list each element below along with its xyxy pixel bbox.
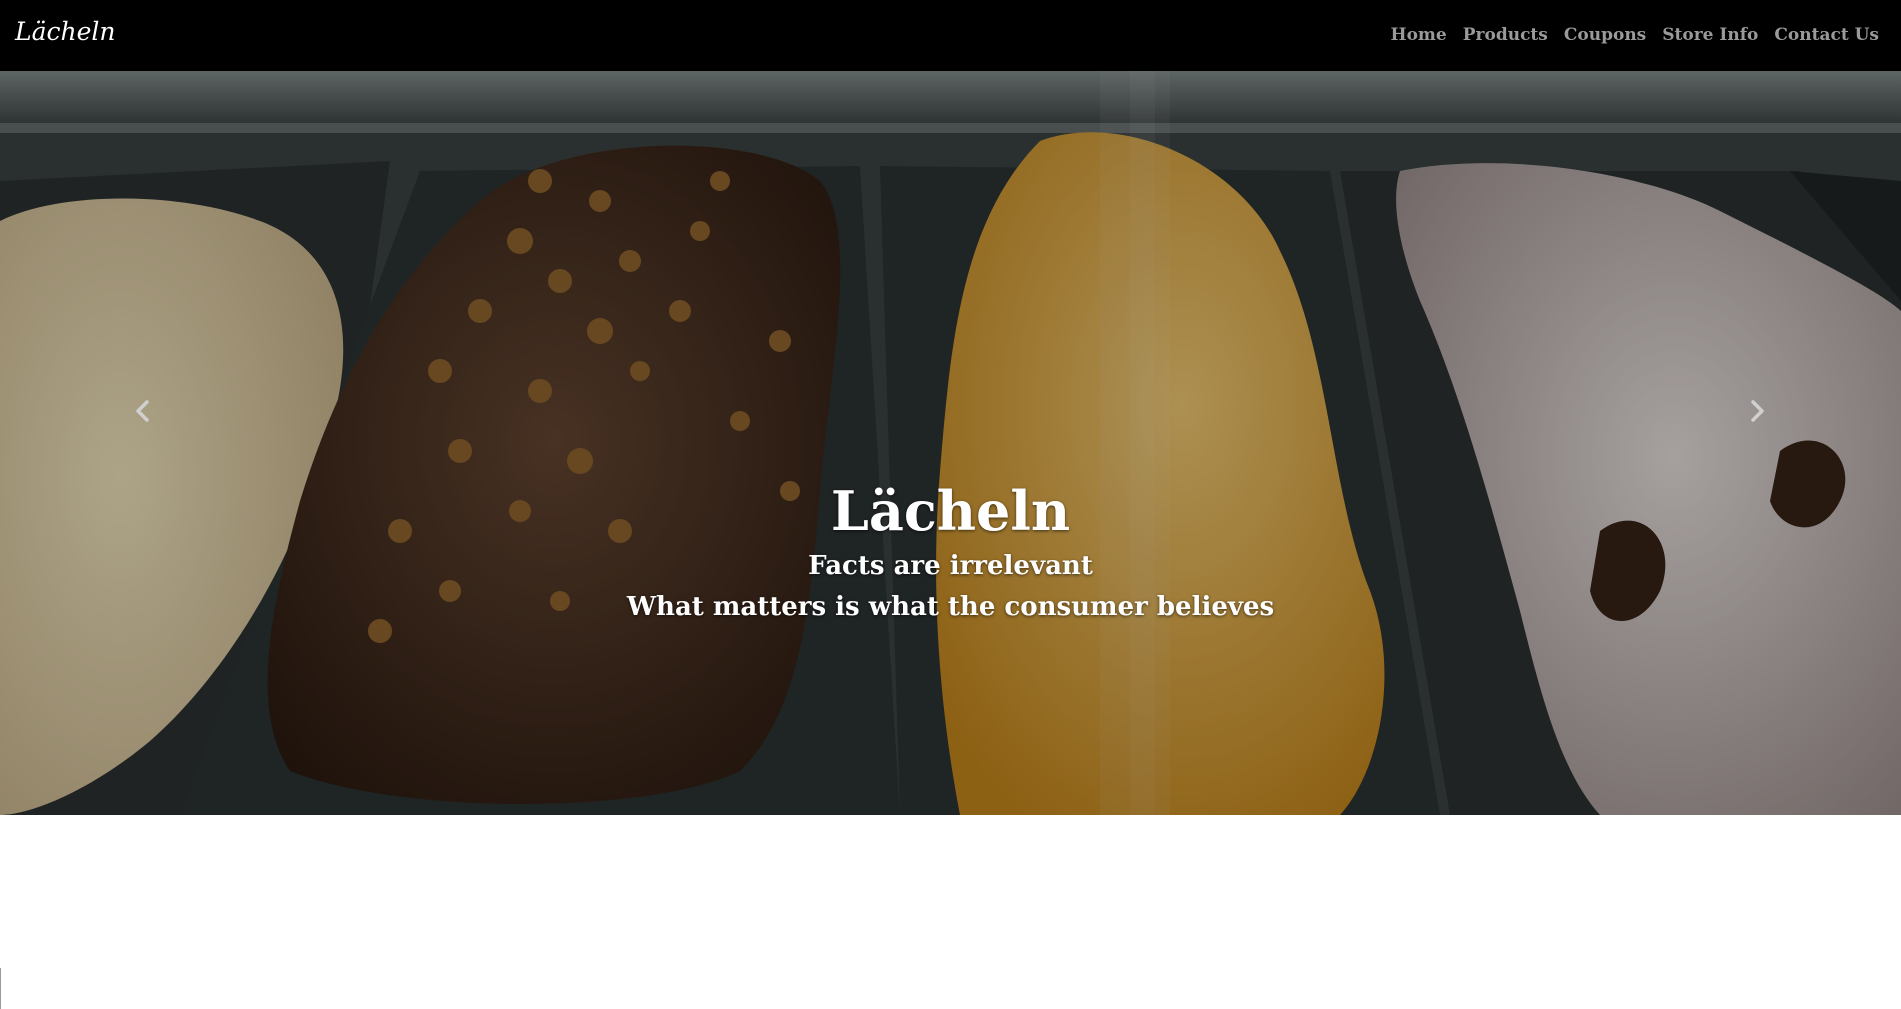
hero-title: Lächeln bbox=[830, 479, 1071, 543]
carousel-next-button[interactable] bbox=[1738, 391, 1778, 431]
brand-logo-link[interactable]: Lächeln bbox=[15, 17, 116, 47]
hero-overlay bbox=[0, 71, 1901, 815]
nav-link-contact-us[interactable]: Contact Us bbox=[1774, 24, 1879, 46]
chevron-left-icon bbox=[136, 400, 149, 422]
chevron-right-icon bbox=[1751, 400, 1764, 422]
nav-link-coupons[interactable]: Coupons bbox=[1564, 24, 1646, 46]
content-edge-divider bbox=[0, 968, 1, 1009]
hero-subtitle-line-2: What matters is what the consumer believ… bbox=[626, 592, 1275, 622]
hero-subtitle-line-1: Facts are irrelevant bbox=[808, 551, 1093, 581]
nav-link-store-info[interactable]: Store Info bbox=[1662, 24, 1758, 46]
hero-carousel: Lächeln Facts are irrelevant What matter… bbox=[0, 71, 1901, 815]
nav-link-home[interactable]: Home bbox=[1391, 24, 1447, 46]
nav-links: Home Products Coupons Store Info Contact… bbox=[1391, 24, 1879, 46]
top-navbar: Lächeln Home Products Coupons Store Info… bbox=[0, 0, 1901, 71]
carousel-prev-button[interactable] bbox=[122, 391, 162, 431]
nav-link-products[interactable]: Products bbox=[1463, 24, 1548, 46]
hero-caption: Lächeln Facts are irrelevant What matter… bbox=[0, 476, 1901, 628]
